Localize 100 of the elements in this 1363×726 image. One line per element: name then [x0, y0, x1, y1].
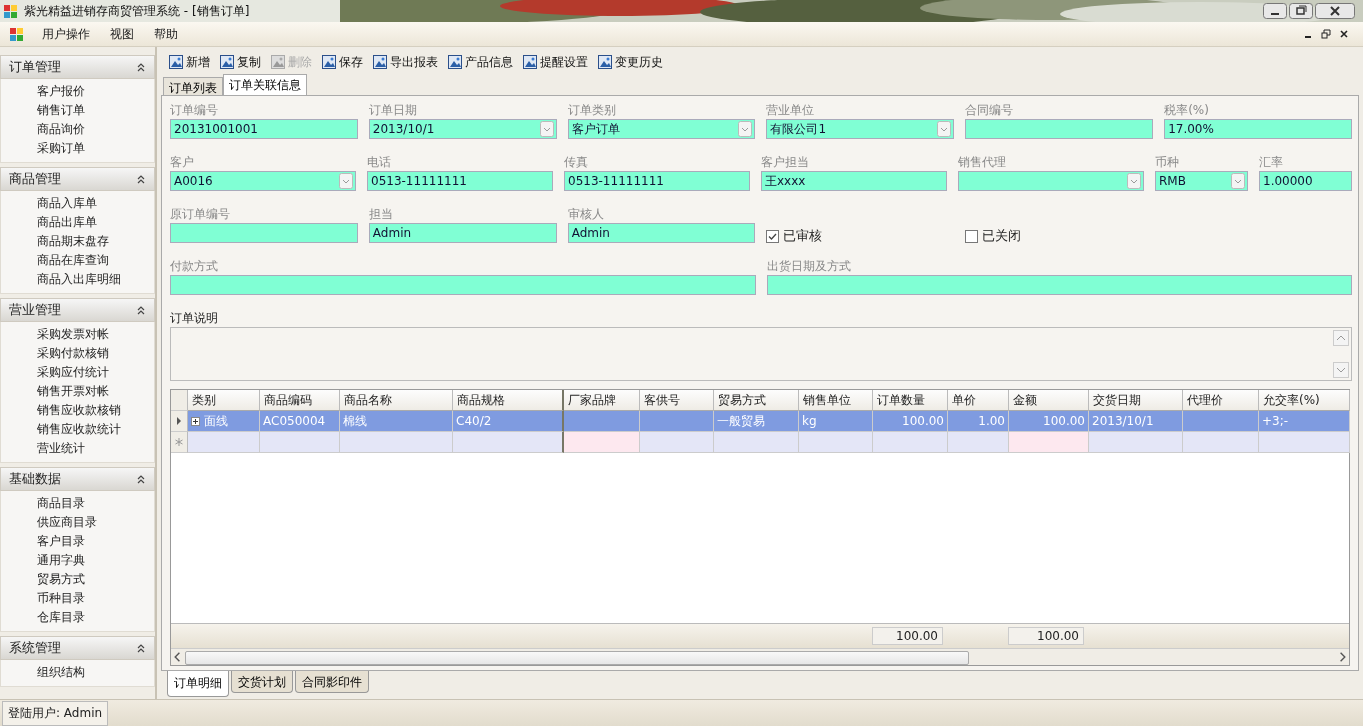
input-field[interactable]: 17.00% [1164, 119, 1352, 139]
close-icon[interactable] [1339, 29, 1349, 39]
close-icon[interactable] [1315, 3, 1355, 19]
field-label: 订单说明 [170, 310, 218, 327]
sidebar-item[interactable]: 币种目录 [37, 589, 154, 608]
checkbox[interactable] [766, 230, 780, 243]
field-label: 合同编号 [965, 102, 1015, 119]
table-cell: C40/2 [456, 414, 492, 428]
table-cell: AC050004 [263, 414, 326, 428]
field-label: 税率(%) [1164, 102, 1210, 119]
field-label: 汇率 [1259, 154, 1284, 171]
asterisk-icon [175, 438, 183, 446]
input-field[interactable]: 20131001001 [170, 119, 358, 139]
combo-box[interactable]: RMB [1155, 171, 1248, 191]
sidebar-item[interactable]: 商品目录 [37, 494, 154, 513]
sidebar-item[interactable]: 贸易方式 [37, 570, 154, 589]
sidebar-item[interactable]: 商品期末盘存 [37, 232, 154, 251]
dropdown-icon[interactable] [339, 173, 353, 189]
dropdown-icon[interactable] [738, 121, 753, 137]
horizontal-scrollbar[interactable] [171, 648, 1349, 665]
picture-icon [598, 55, 612, 69]
combo-box[interactable] [958, 171, 1144, 191]
checkbox-label[interactable]: 已审核 [783, 228, 823, 245]
sidebar-item[interactable]: 采购发票对帐 [37, 325, 154, 344]
field-label: 订单类别 [567, 102, 617, 119]
dropdown-icon[interactable] [1127, 173, 1141, 189]
sidebar-item[interactable]: 客户报价 [37, 82, 154, 101]
toolbar-button[interactable]: 提醒设置 [523, 53, 588, 71]
tab[interactable]: 合同影印件 [295, 671, 369, 693]
sidebar-item[interactable]: 商品入库单 [37, 194, 154, 213]
sidebar-item[interactable]: 通用字典 [37, 551, 154, 570]
sidebar-item[interactable]: 商品入出库明细 [37, 270, 154, 289]
toolbar-button[interactable]: 变更历史 [598, 53, 663, 71]
toolbar-button[interactable]: 导出报表 [373, 53, 438, 71]
input-field[interactable] [965, 119, 1154, 139]
menu-item[interactable]: 视图 [108, 25, 136, 43]
sidebar-item[interactable]: 采购应付统计 [37, 363, 154, 382]
app-icon [4, 4, 18, 18]
toolbar-button[interactable]: 新增 [169, 53, 210, 71]
sidebar-item[interactable]: 营业统计 [37, 439, 154, 458]
input-field[interactable]: 0513-11111111 [564, 171, 750, 191]
combo-box[interactable]: 有限公司1 [766, 119, 955, 139]
input-field[interactable] [766, 275, 1352, 295]
text-area[interactable] [170, 327, 1352, 381]
combo-box[interactable]: 客户订单 [567, 119, 756, 139]
combo-box[interactable]: 2013/10/1 [368, 119, 557, 139]
row-header [171, 390, 188, 411]
input-field[interactable] [170, 223, 358, 243]
picture-icon [448, 55, 462, 69]
field-label: 订单编号 [170, 102, 219, 119]
field-label: 传真 [564, 154, 589, 171]
sidebar-item[interactable]: 仓库目录 [37, 608, 154, 627]
tab[interactable]: 交货计划 [231, 671, 293, 693]
sidebar-item[interactable]: 商品询价 [37, 120, 154, 139]
tab[interactable]: 订单明细 [167, 671, 229, 697]
sidebar-group-header[interactable]: 商品管理 [0, 167, 155, 191]
menu-item[interactable]: 用户操作 [40, 25, 92, 43]
dropdown-icon[interactable] [937, 121, 952, 137]
sidebar-group-header[interactable]: 订单管理 [0, 55, 155, 79]
scroll-down-icon[interactable] [1333, 362, 1349, 378]
input-field[interactable]: 1.00000 [1259, 171, 1352, 191]
field-label: 电话 [367, 154, 392, 171]
minimize-icon[interactable] [1263, 3, 1287, 19]
dropdown-icon[interactable] [539, 121, 554, 137]
sidebar-item[interactable]: 销售应收款核销 [37, 401, 154, 420]
checkbox-label[interactable]: 已关闭 [982, 228, 1022, 245]
sidebar-item[interactable]: 销售订单 [37, 101, 154, 120]
toolbar-button[interactable]: 保存 [322, 53, 363, 71]
input-field[interactable]: 0513-11111111 [367, 171, 553, 191]
field-label: 担当 [368, 206, 394, 223]
toolbar-button[interactable]: 产品信息 [448, 53, 513, 71]
sidebar-item[interactable]: 供应商目录 [37, 513, 154, 532]
input-field[interactable] [170, 275, 756, 295]
sidebar-group-header[interactable]: 系统管理 [0, 636, 155, 660]
combo-box[interactable]: A0016 [170, 171, 356, 191]
sidebar-item[interactable]: 商品出库单 [37, 213, 154, 232]
sidebar-item[interactable]: 销售应收款统计 [37, 420, 154, 439]
sidebar-item[interactable]: 采购付款核销 [37, 344, 154, 363]
sidebar-item[interactable]: 商品在库查询 [37, 251, 154, 270]
tab[interactable]: 订单关联信息 [223, 74, 307, 95]
sidebar-item[interactable]: 客户目录 [37, 532, 154, 551]
dropdown-icon[interactable] [1231, 173, 1245, 189]
checkbox[interactable] [965, 230, 979, 243]
expand-icon[interactable] [191, 416, 200, 426]
new-row[interactable] [171, 432, 1349, 453]
sidebar-group-header[interactable]: 营业管理 [0, 298, 155, 322]
scroll-up-icon[interactable] [1333, 330, 1349, 346]
menu-item[interactable]: 帮助 [152, 25, 180, 43]
field-label: 审核人 [567, 206, 605, 223]
sidebar-item[interactable]: 采购订单 [37, 139, 154, 158]
input-field[interactable]: Admin [368, 223, 557, 243]
sidebar-item[interactable]: 销售开票对帐 [37, 382, 154, 401]
input-field[interactable]: Admin [567, 223, 756, 243]
picture-icon [271, 55, 285, 69]
input-field[interactable]: 王xxxx [761, 171, 947, 191]
restore-icon[interactable] [1321, 29, 1331, 39]
toolbar-button[interactable]: 复制 [220, 53, 261, 71]
tab[interactable]: 订单列表 [163, 77, 223, 95]
sidebar-group-header[interactable]: 基础数据 [0, 467, 155, 491]
restore-icon[interactable] [1289, 3, 1313, 19]
